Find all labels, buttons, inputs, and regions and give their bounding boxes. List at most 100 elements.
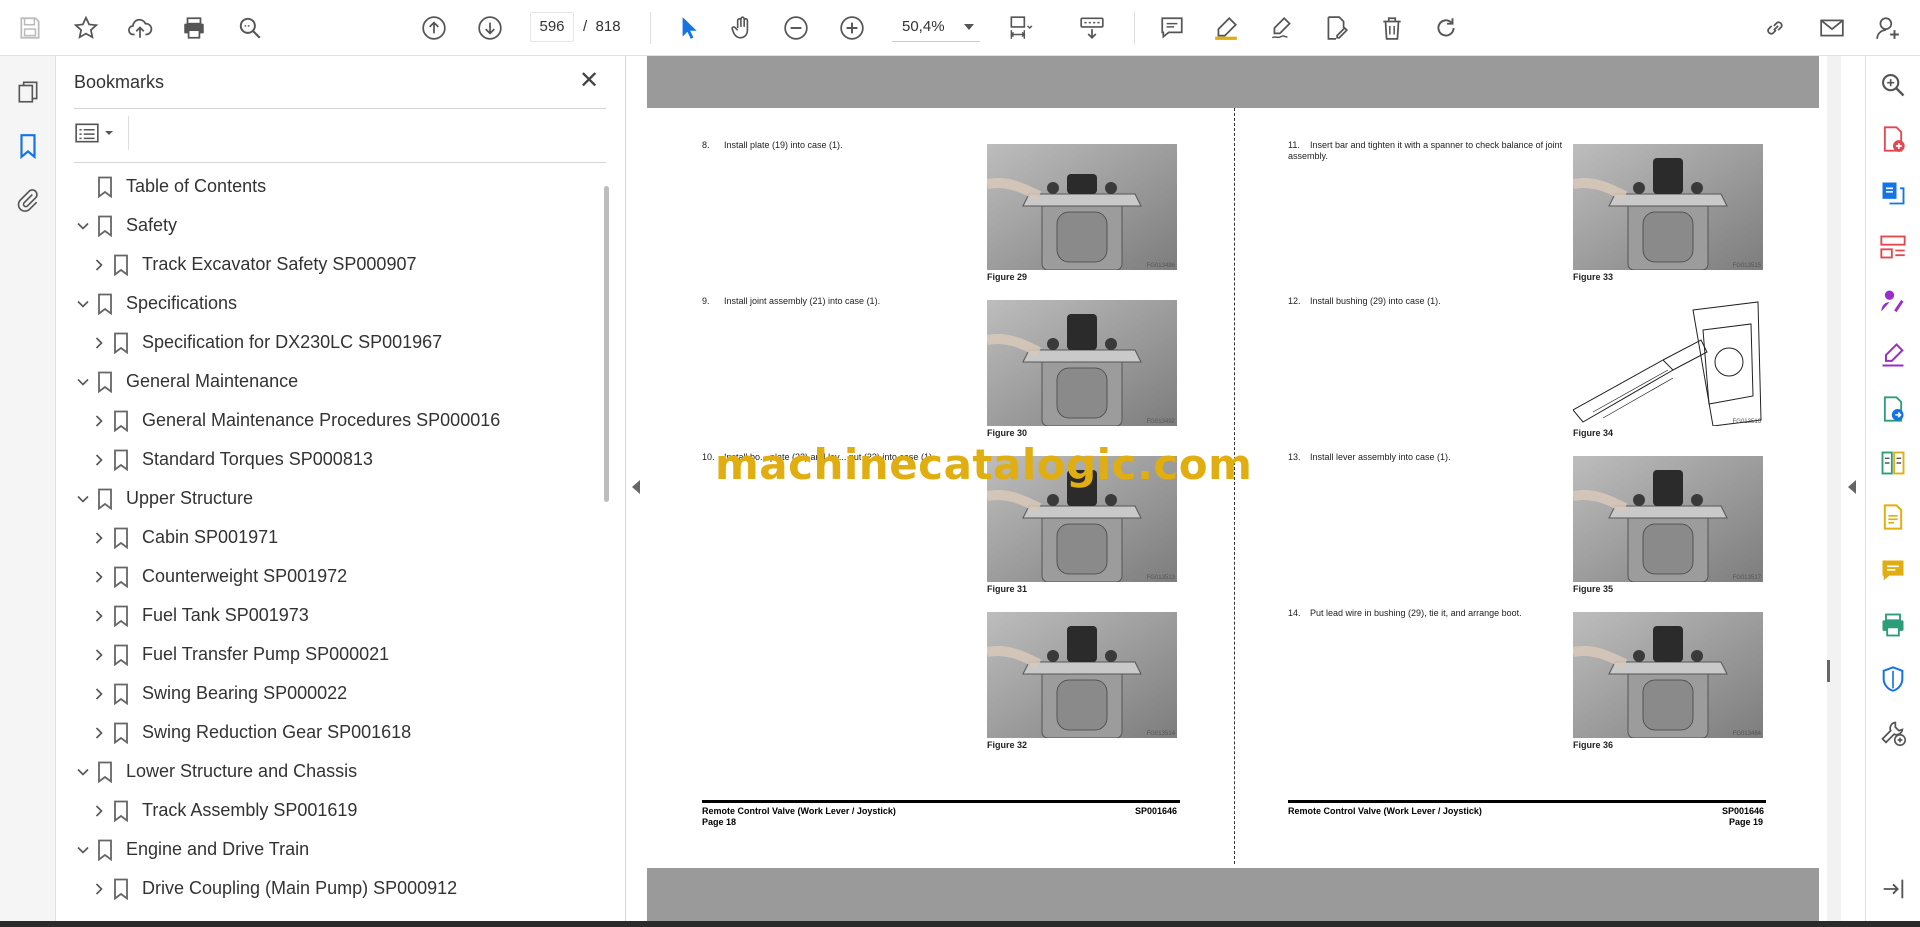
fill-sign-icon[interactable] xyxy=(1876,338,1910,372)
chevron-right-icon[interactable] xyxy=(92,453,106,467)
instruction-step: 9. Install joint assembly (21) into case … xyxy=(702,296,972,307)
chevron-right-icon[interactable] xyxy=(92,570,106,584)
bookmark-panel-icon[interactable] xyxy=(12,130,44,162)
collapse-tools-icon[interactable] xyxy=(1876,872,1910,906)
chevron-right-icon[interactable] xyxy=(92,609,106,623)
comment-file-icon[interactable] xyxy=(1876,500,1910,534)
bookmark-item[interactable]: General Maintenance xyxy=(56,363,596,402)
bookmark-item[interactable]: Cabin SP001971 xyxy=(56,519,596,558)
footer-title: Remote Control Valve (Work Lever / Joyst… xyxy=(702,806,896,816)
search-icon[interactable] xyxy=(234,12,266,44)
send-for-review-icon[interactable] xyxy=(1876,392,1910,426)
more-tools-icon[interactable] xyxy=(1876,716,1910,750)
bookmark-item[interactable]: Specification for DX230LC SP001967 xyxy=(56,324,596,363)
chevron-right-icon[interactable] xyxy=(92,336,106,350)
chevron-right-icon[interactable] xyxy=(92,414,106,428)
chevron-down-icon[interactable] xyxy=(964,24,974,30)
chevron-right-icon[interactable] xyxy=(92,726,106,740)
bookmark-item[interactable]: Engine and Drive Train xyxy=(56,831,596,870)
request-signature-icon[interactable] xyxy=(1876,284,1910,318)
toolbar-divider xyxy=(1134,12,1135,44)
attachment-icon[interactable] xyxy=(12,184,44,216)
organize-pages-icon[interactable] xyxy=(1876,230,1910,264)
highlight-pen-icon[interactable] xyxy=(1210,12,1242,44)
bookmark-item[interactable]: Upper Structure xyxy=(56,480,596,519)
zoom-in-icon[interactable] xyxy=(836,12,868,44)
edit-document-icon[interactable] xyxy=(1320,12,1352,44)
add-user-icon[interactable] xyxy=(1872,12,1904,44)
instruction-step: 11. Insert bar and tighten it with a span… xyxy=(1288,140,1570,162)
draw-freehand-icon[interactable] xyxy=(1266,12,1298,44)
figure-image: FG013492 xyxy=(987,300,1177,426)
page-thumbnails-icon[interactable] xyxy=(12,76,44,108)
print-production-icon[interactable] xyxy=(1876,608,1910,642)
page-fit-icon[interactable] xyxy=(1004,12,1036,44)
step-number: 8. xyxy=(702,140,710,150)
export-pdf-icon[interactable] xyxy=(1876,176,1910,210)
previous-page-icon[interactable] xyxy=(418,12,450,44)
create-pdf-icon[interactable] xyxy=(1876,122,1910,156)
chevron-right-icon[interactable] xyxy=(92,258,106,272)
bookmark-item[interactable]: Fuel Tank SP001973 xyxy=(56,597,596,636)
collapse-left-panel-icon[interactable] xyxy=(632,480,640,494)
figure-caption: Figure 31 xyxy=(987,584,1028,594)
delete-icon[interactable] xyxy=(1376,12,1408,44)
page-number-input[interactable]: 596 xyxy=(530,12,574,42)
bookmark-item[interactable]: Lower Structure and Chassis xyxy=(56,753,596,792)
bookmark-label: Standard Torques SP000813 xyxy=(142,449,373,469)
chevron-right-icon[interactable] xyxy=(92,648,106,662)
email-icon[interactable] xyxy=(1816,12,1848,44)
chevron-down-icon[interactable] xyxy=(76,219,90,233)
collapse-right-panel-icon[interactable] xyxy=(1848,480,1856,494)
zoom-search-icon[interactable] xyxy=(1876,68,1910,102)
bookmark-item[interactable]: Table of Contents xyxy=(56,168,596,207)
share-link-icon[interactable] xyxy=(1760,12,1792,44)
chevron-down-icon[interactable] xyxy=(76,765,90,779)
bookmark-item[interactable]: Specifications xyxy=(56,285,596,324)
bookmark-label: Specification for DX230LC SP001967 xyxy=(142,332,443,352)
step-text: Install lever assembly into case (1). xyxy=(1310,452,1451,462)
close-icon[interactable]: ✕ xyxy=(576,68,602,94)
next-page-icon[interactable] xyxy=(474,12,506,44)
bookmark-item[interactable]: Fuel Transfer Pump SP000021 xyxy=(56,636,596,675)
chevron-right-icon[interactable] xyxy=(92,687,106,701)
bookmark-item[interactable]: Track Assembly SP001619 xyxy=(56,792,596,831)
comment-icon[interactable] xyxy=(1156,12,1188,44)
chevron-down-icon[interactable] xyxy=(76,492,90,506)
step-number: 14. xyxy=(1288,608,1301,618)
bookmark-item[interactable]: General Maintenance Procedures SP000016 xyxy=(56,402,596,441)
bookmark-item[interactable]: Safety xyxy=(56,207,596,246)
chevron-right-icon[interactable] xyxy=(92,882,106,896)
chevron-right-icon[interactable] xyxy=(92,531,106,545)
bookmark-item[interactable]: Counterweight SP001972 xyxy=(56,558,596,597)
bookmark-item[interactable]: Track Excavator Safety SP000907 xyxy=(56,246,596,285)
chevron-down-icon[interactable] xyxy=(76,843,90,857)
select-cursor-icon[interactable] xyxy=(672,12,704,44)
bookmark-options-button[interactable] xyxy=(74,118,126,148)
bookmark-item[interactable]: Swing Reduction Gear SP001618 xyxy=(56,714,596,753)
scroll-mode-icon[interactable] xyxy=(1076,12,1108,44)
compare-files-icon[interactable] xyxy=(1876,446,1910,480)
comment-bubble-icon[interactable] xyxy=(1876,554,1910,588)
upload-cloud-icon[interactable] xyxy=(124,12,156,44)
rotate-icon[interactable] xyxy=(1430,12,1462,44)
document-scrollbar[interactable] xyxy=(1827,56,1841,921)
zoom-out-icon[interactable] xyxy=(780,12,812,44)
scrollbar-thumb[interactable] xyxy=(1827,660,1830,682)
bookmarks-scrollbar[interactable] xyxy=(604,186,609,502)
print-icon[interactable] xyxy=(178,12,210,44)
save-icon[interactable] xyxy=(14,12,46,44)
chevron-down-icon[interactable] xyxy=(76,375,90,389)
chevron-right-icon[interactable] xyxy=(92,804,106,818)
hand-tool-icon[interactable] xyxy=(726,12,758,44)
page-separator: / xyxy=(583,18,588,35)
chevron-down-icon[interactable] xyxy=(76,297,90,311)
figure-image: FG013517 xyxy=(1573,456,1763,582)
step-number: 12. xyxy=(1288,296,1301,306)
figure-code: FG013484 xyxy=(1732,731,1761,737)
protect-shield-icon[interactable] xyxy=(1876,662,1910,696)
bookmark-item[interactable]: Standard Torques SP000813 xyxy=(56,441,596,480)
star-icon[interactable] xyxy=(70,12,102,44)
bookmark-item[interactable]: Swing Bearing SP000022 xyxy=(56,675,596,714)
bookmark-item[interactable]: Drive Coupling (Main Pump) SP000912 xyxy=(56,870,596,909)
